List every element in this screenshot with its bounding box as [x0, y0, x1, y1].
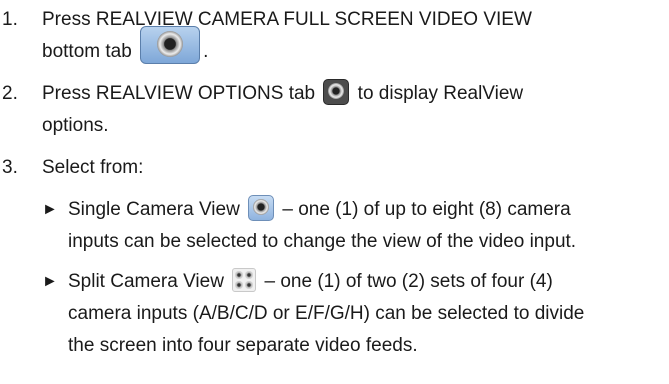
- step-text-fragment: bottom tab: [42, 41, 132, 62]
- option-text-fragment: Single Camera View: [68, 199, 240, 220]
- step-2: 2. Press REALVIEW OPTIONS tab to display…: [0, 78, 669, 142]
- realview-camera-tab-icon: [140, 25, 201, 64]
- option-single-camera: ► Single Camera View – one (1) of up to …: [0, 194, 669, 258]
- step-text-fragment: to display RealView: [357, 83, 524, 104]
- step-1: 1. Press REALVIEW CAMERA FULL SCREEN VID…: [0, 4, 669, 68]
- option-text-line: inputs can be selected to change the vie…: [68, 231, 577, 252]
- option-text-fragment: Split Camera View: [68, 271, 224, 292]
- single-camera-icon: [248, 194, 275, 221]
- step-text-line: options.: [42, 115, 109, 136]
- bullet-arrow-icon: ►: [42, 201, 58, 218]
- realview-options-tab-icon: [323, 78, 350, 105]
- instruction-page: 1. Press REALVIEW CAMERA FULL SCREEN VID…: [0, 4, 669, 370]
- option-text-line: camera inputs (A/B/C/D or E/F/G/H) can b…: [68, 303, 585, 324]
- option-text-fragment: – one (1) of up to eight (8) camera: [282, 199, 571, 220]
- step-3: 3. Select from:: [0, 152, 669, 184]
- step-text-line: Select from:: [42, 157, 144, 178]
- step-text-fragment: .: [203, 41, 209, 62]
- step-number: 3.: [2, 157, 18, 178]
- step-number: 2.: [2, 83, 18, 104]
- option-split-camera: ► Split Camera View – one (1) of two (2)…: [0, 266, 669, 362]
- option-text-line: the screen into four separate video feed…: [68, 335, 418, 356]
- split-camera-icon: [232, 267, 257, 292]
- bullet-arrow-icon: ►: [42, 273, 58, 290]
- step-text-line: Press REALVIEW CAMERA FULL SCREEN VIDEO …: [42, 9, 532, 30]
- step-number: 1.: [2, 9, 18, 30]
- option-text-fragment: – one (1) of two (2) sets of four (4): [264, 271, 553, 292]
- step-text-fragment: Press REALVIEW OPTIONS tab: [42, 83, 316, 104]
